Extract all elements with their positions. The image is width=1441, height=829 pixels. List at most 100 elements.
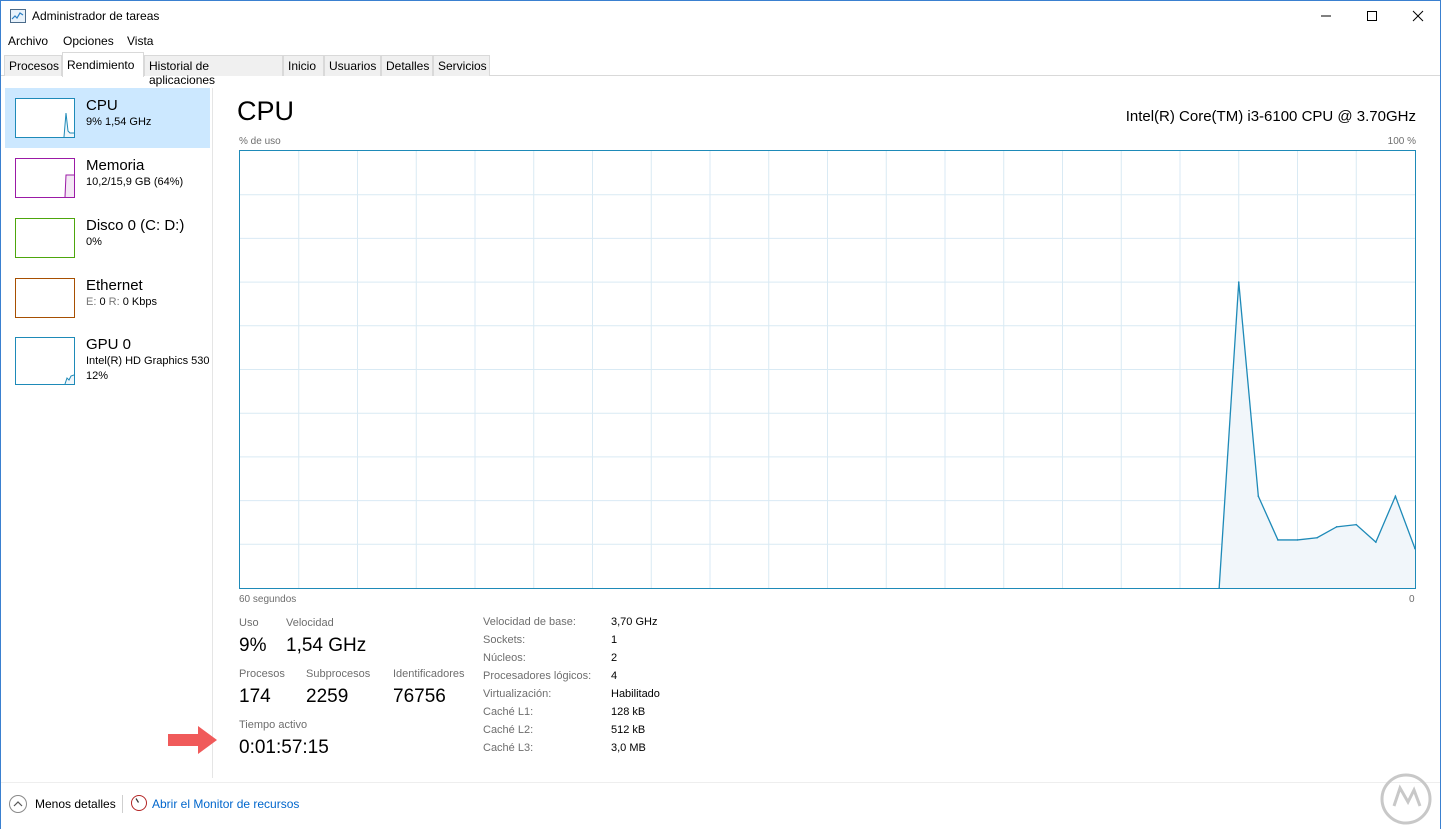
menu-vista[interactable]: Vista <box>127 34 153 48</box>
y-axis-max: 100 % <box>1387 136 1416 147</box>
sidebar-item-subtitle: E: 0 R: 0 Kbps <box>86 296 157 308</box>
cpu-usage-chart <box>240 151 1416 589</box>
sidebar-item-subtitle: Intel(R) HD Graphics 530 <box>86 355 210 367</box>
cpu-usage-graph <box>239 150 1416 589</box>
sidebar-item-title: GPU 0 <box>86 336 132 353</box>
sidebar-divider <box>212 88 213 778</box>
cpu-usage-area <box>1219 282 1415 588</box>
close-button[interactable] <box>1395 1 1441 31</box>
cpu-model-name: Intel(R) Core(TM) i3-6100 CPU @ 3.70GHz <box>1125 108 1416 125</box>
maximize-icon <box>1367 11 1377 21</box>
less-details-button[interactable]: Menos detalles <box>35 797 116 811</box>
cpu-usage-point <box>1316 536 1318 539</box>
cpu-usage-point <box>1375 541 1377 543</box>
tab-bar: Procesos Rendimiento Historial de aplica… <box>1 51 1440 87</box>
velocidad-label: Velocidad <box>286 617 334 629</box>
minimize-button[interactable] <box>1303 1 1349 31</box>
sidebar-item-subtitle: 10,2/15,9 GB (64%) <box>86 176 184 188</box>
sidebar-item-title: Ethernet <box>86 277 143 294</box>
subprocesos-value: 2259 <box>306 686 349 707</box>
spec-label: Procesadores lógicos: <box>483 670 592 682</box>
tiempo-activo-label: Tiempo activo <box>239 719 308 731</box>
sidebar-item-subtitle2: 12% <box>86 370 109 382</box>
sidebar-item-title: Disco 0 (C: D:) <box>86 217 185 234</box>
spec-value: 128 kB <box>611 706 646 718</box>
tab-historial[interactable]: Historial de aplicaciones <box>144 55 283 87</box>
tab-inicio[interactable]: Inicio <box>283 55 324 76</box>
identificadores-label: Identificadores <box>393 668 465 680</box>
cpu-usage-point <box>1237 281 1240 283</box>
tab-procesos[interactable]: Procesos <box>4 55 62 76</box>
tab-detalles[interactable]: Detalles <box>381 55 433 76</box>
minimize-icon <box>1321 15 1331 17</box>
spec-value: Habilitado <box>611 688 660 700</box>
site-logo-icon <box>1380 773 1432 825</box>
sidebar-item-memoria[interactable]: Memoria 10,2/15,9 GB (64%) <box>5 148 210 208</box>
cpu-thumbnail-graph <box>15 98 75 138</box>
sidebar-item-gpu[interactable]: GPU 0 Intel(R) HD Graphics 530 12% <box>5 328 210 394</box>
task-manager-icon <box>10 9 26 23</box>
sidebar-item-ethernet[interactable]: Ethernet E: 0 R: 0 Kbps <box>5 268 210 328</box>
gpu-thumbnail-graph <box>15 337 75 385</box>
spec-value: 2 <box>611 652 618 664</box>
sidebar-item-disco[interactable]: Disco 0 (C: D:) 0% <box>5 208 210 268</box>
menu-opciones[interactable]: Opciones <box>63 34 114 48</box>
tab-usuarios[interactable]: Usuarios <box>324 55 381 76</box>
page-title: CPU <box>237 96 295 126</box>
spec-label: Núcleos: <box>483 652 526 664</box>
footer-separator <box>122 795 123 813</box>
chevron-up-icon <box>13 801 23 807</box>
velocidad-value: 1,54 GHz <box>286 635 367 656</box>
sidebar-item-subtitle: 9% 1,54 GHz <box>86 116 152 128</box>
spec-label: Caché L1: <box>483 706 534 718</box>
sidebar-item-title: Memoria <box>86 157 145 174</box>
sidebar-item-subtitle: 0% <box>86 236 102 248</box>
sidebar-item-cpu[interactable]: CPU 9% 1,54 GHz <box>5 88 210 148</box>
spec-label: Sockets: <box>483 634 526 646</box>
tab-rendimiento[interactable]: Rendimiento <box>62 52 144 77</box>
cpu-usage-point <box>1335 526 1338 528</box>
tiempo-activo-value: 0:01:57:15 <box>239 737 329 758</box>
cpu-usage-point <box>1355 523 1358 526</box>
procesos-label: Procesos <box>239 668 285 680</box>
spec-value: 4 <box>611 670 618 682</box>
cpu-usage-point <box>1394 495 1397 498</box>
window-title: Administrador de tareas <box>32 9 160 23</box>
spec-value: 1 <box>611 634 618 646</box>
spec-label: Caché L3: <box>483 742 534 754</box>
uso-value: 9% <box>239 635 267 656</box>
menu-archivo[interactable]: Archivo <box>8 34 48 48</box>
performance-sidebar: CPU 9% 1,54 GHz Memoria 10,2/15,9 GB (64… <box>1 77 213 777</box>
send-label: E: <box>86 296 97 308</box>
resource-monitor-icon[interactable] <box>131 795 147 811</box>
x-axis-right-label: 0 <box>1409 594 1415 605</box>
spec-value: 3,70 GHz <box>611 616 658 628</box>
send-value: 0 <box>99 296 106 308</box>
cpu-usage-point <box>1257 495 1260 498</box>
spec-label: Velocidad de base: <box>483 616 576 628</box>
open-resource-monitor-link[interactable]: Abrir el Monitor de recursos <box>152 797 299 811</box>
close-icon <box>1412 10 1424 22</box>
annotation-arrow-icon <box>168 726 217 754</box>
receive-label: R: <box>108 296 120 308</box>
subprocesos-label: Subprocesos <box>306 668 371 680</box>
title-bar: Administrador de tareas <box>0 0 1441 31</box>
disk-thumbnail-graph <box>15 218 75 258</box>
spec-label: Virtualización: <box>483 688 552 700</box>
spec-value: 3,0 MB <box>611 742 646 754</box>
cpu-usage-point <box>1277 539 1279 541</box>
uso-label: Uso <box>239 617 259 629</box>
menu-bar: Archivo Opciones Vista <box>1 31 1440 51</box>
tab-servicios[interactable]: Servicios <box>433 55 490 76</box>
less-details-toggle[interactable] <box>9 795 27 813</box>
identificadores-value: 76756 <box>393 686 446 707</box>
x-axis-left-label: 60 segundos <box>239 594 297 605</box>
sidebar-item-title: CPU <box>86 97 118 114</box>
spec-value: 512 kB <box>611 724 646 736</box>
y-axis-label: % de uso <box>239 136 281 147</box>
memory-thumbnail-graph <box>15 158 75 198</box>
ethernet-thumbnail-graph <box>15 278 75 318</box>
spec-label: Caché L2: <box>483 724 534 736</box>
maximize-button[interactable] <box>1349 1 1395 31</box>
receive-value: 0 Kbps <box>122 296 157 308</box>
